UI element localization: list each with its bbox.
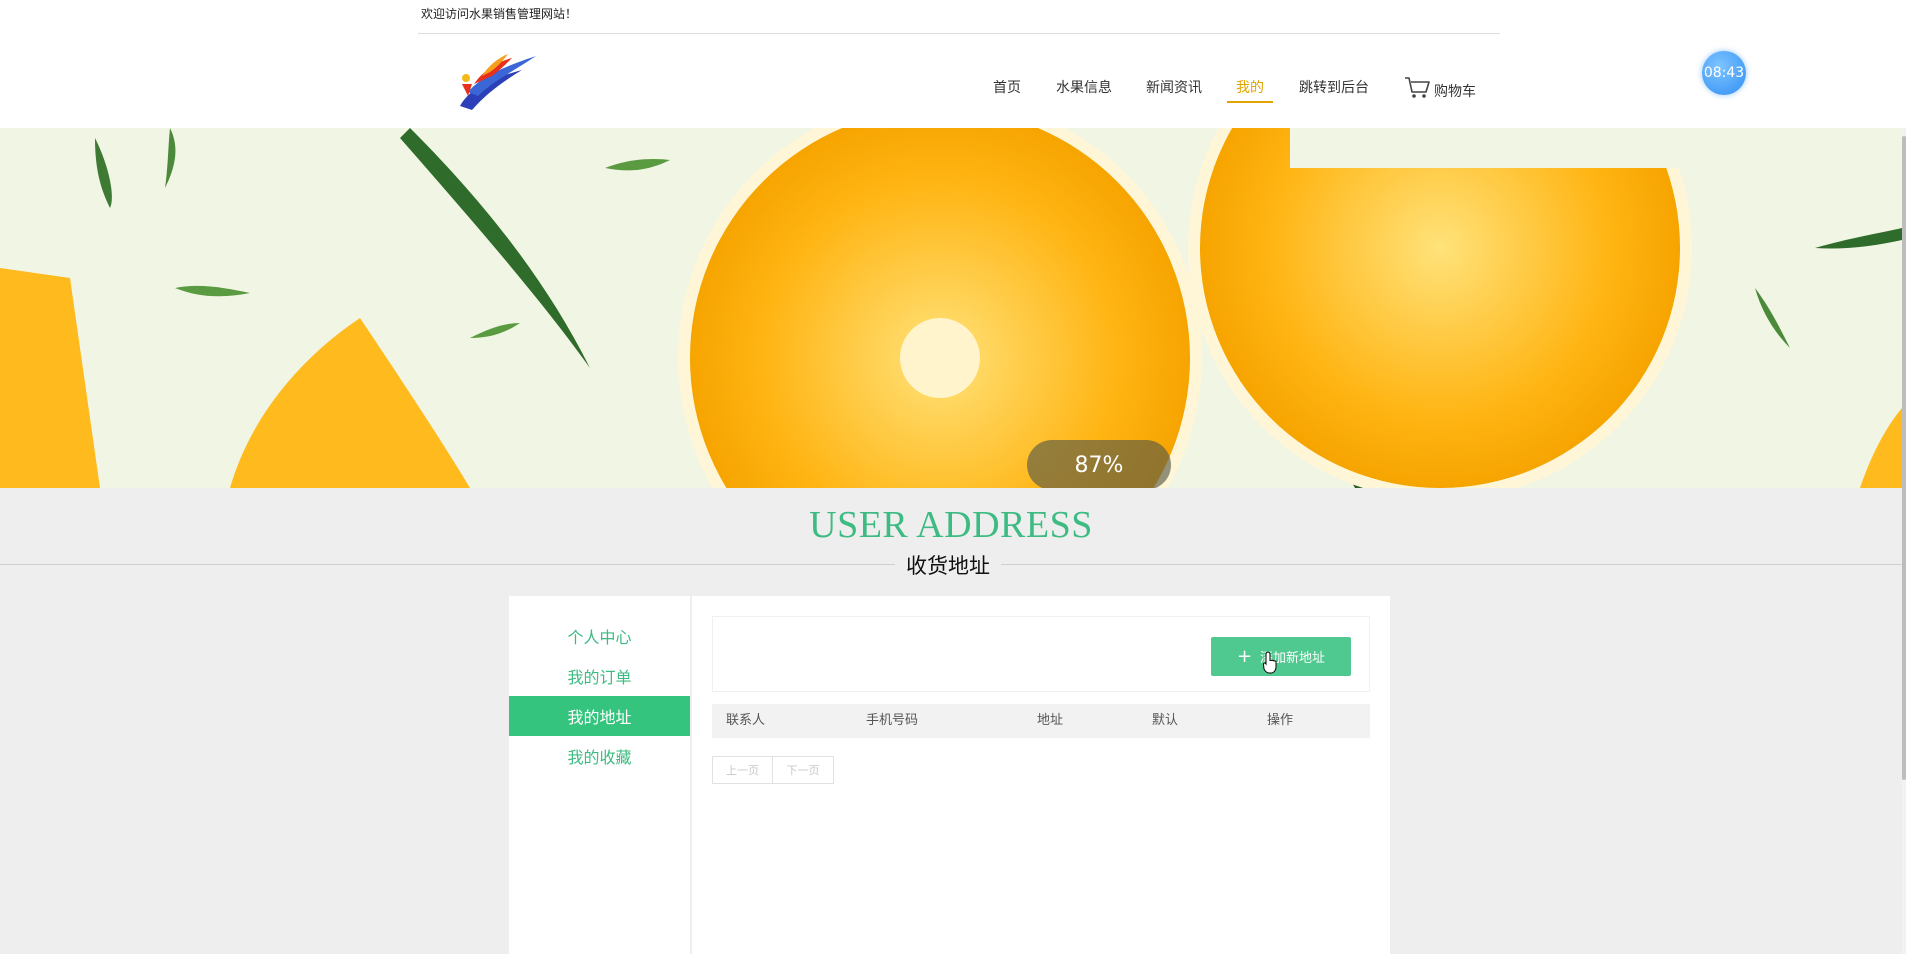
next-page-button[interactable]: 下一页 <box>773 756 834 784</box>
site-logo[interactable] <box>452 48 538 114</box>
address-panel: + 添加新地址 联系人 手机号码 地址 默认 操作 上一页 下一页 <box>692 596 1390 954</box>
column-contact: 联系人 <box>726 713 766 728</box>
section-title: USER ADDRESS <box>809 504 1093 546</box>
nav-fruit-info[interactable]: 水果信息 <box>1056 77 1112 97</box>
column-address: 地址 <box>1037 713 1064 728</box>
address-table-header: 联系人 手机号码 地址 默认 操作 <box>712 704 1370 738</box>
nav-home[interactable]: 首页 <box>993 77 1021 97</box>
section-subtitle: 收货地址 <box>895 550 1001 580</box>
scrollbar-thumb[interactable] <box>1902 136 1906 780</box>
nav-admin[interactable]: 跳转到后台 <box>1299 77 1369 97</box>
column-actions: 操作 <box>1267 713 1294 728</box>
hero-banner: 87% <box>0 128 1902 488</box>
nav-mine[interactable]: 我的 <box>1236 77 1264 97</box>
header-divider <box>418 33 1500 34</box>
hand-cursor-icon <box>1263 651 1277 674</box>
user-sidebar: 个人中心 我的订单 我的地址 我的收藏 <box>509 596 691 954</box>
column-phone: 手机号码 <box>866 713 919 728</box>
nav-active-underline <box>1227 101 1273 103</box>
prev-page-button[interactable]: 上一页 <box>712 756 773 784</box>
pagination: 上一页 下一页 <box>712 756 834 784</box>
nav-news[interactable]: 新闻资讯 <box>1146 77 1202 97</box>
sidebar-item-favorites[interactable]: 我的收藏 <box>509 736 690 776</box>
cart-icon <box>1405 77 1430 98</box>
cart-label: 购物车 <box>1434 84 1476 100</box>
column-default: 默认 <box>1152 713 1179 728</box>
sidebar-item-address[interactable]: 我的地址 <box>509 696 690 736</box>
add-address-button[interactable]: + 添加新地址 <box>1211 637 1351 676</box>
welcome-text: 欢迎访问水果销售管理网站！ <box>421 7 578 21</box>
clock-widget[interactable]: 08:43 <box>1702 51 1746 95</box>
sidebar-item-profile[interactable]: 个人中心 <box>509 616 690 656</box>
plus-icon: + <box>1236 645 1253 667</box>
site-header: 欢迎访问水果销售管理网站！ 首页 水果信息 新闻资讯 我的 跳转到后台 购物车 … <box>0 0 1906 128</box>
progress-indicator: 87% <box>1027 440 1171 488</box>
orange-slices-image <box>0 128 1902 488</box>
cart-link[interactable]: 购物车 <box>1404 76 1476 100</box>
sidebar-item-orders[interactable]: 我的订单 <box>509 656 690 696</box>
